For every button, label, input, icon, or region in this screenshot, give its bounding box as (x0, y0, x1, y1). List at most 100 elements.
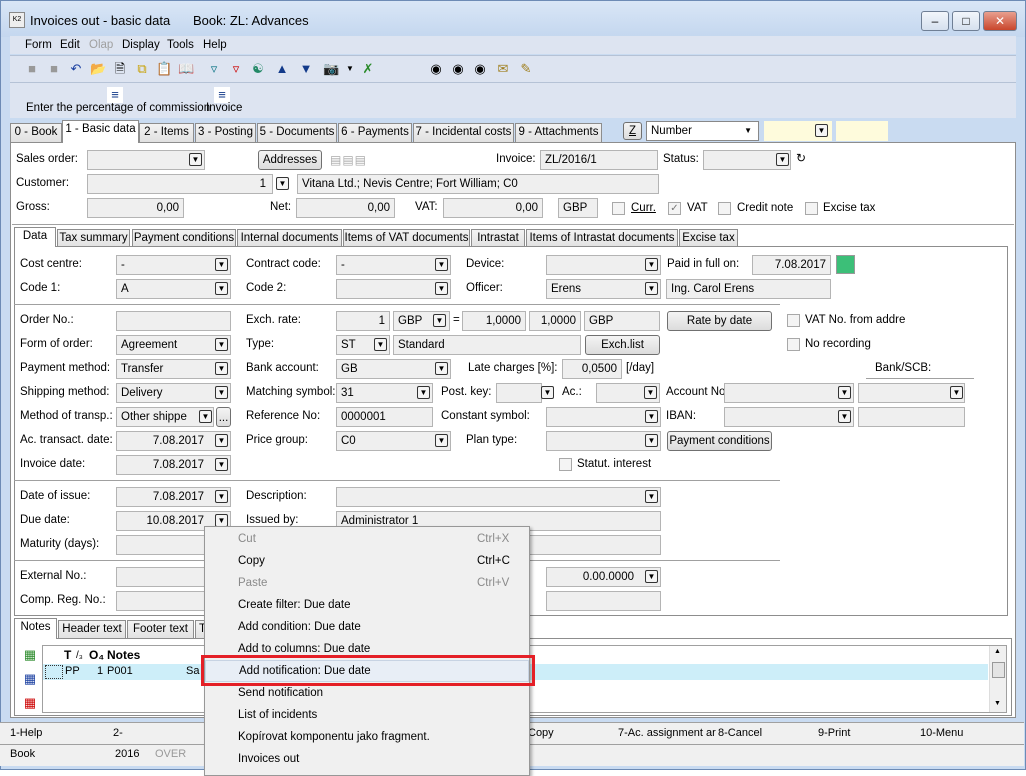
subtab-internal-documents[interactable]: Internal documents (237, 229, 342, 247)
plan-type-dropdown[interactable]: ▼ (645, 434, 658, 447)
date-of-issue-field[interactable]: 7.08.2017 (116, 487, 231, 507)
exch-list-button[interactable]: Exch.list (585, 335, 660, 355)
subtab-intrastat[interactable]: Intrastat (471, 229, 525, 247)
edit-note-icon[interactable]: ✎ (518, 61, 534, 77)
f2-key[interactable]: 2- (113, 723, 123, 743)
menu-help[interactable]: Help (203, 36, 227, 55)
search-value-input-2[interactable] (836, 121, 888, 141)
menu-item-copy-fragment[interactable]: Kopírovat komponentu jako fragment. (205, 726, 529, 748)
account-no-dropdown[interactable]: ▼ (838, 386, 851, 399)
menu-item-add-condition[interactable]: Add condition: Due date (205, 616, 529, 638)
type-dropdown[interactable]: ▼ (374, 338, 387, 351)
search-dropdown-button[interactable]: ▼ (815, 124, 828, 137)
sales-order-select[interactable] (87, 150, 205, 170)
post-key-select[interactable] (496, 383, 542, 403)
add-note-icon[interactable]: ▦ (22, 647, 38, 663)
price-group-dropdown[interactable]: ▼ (435, 434, 448, 447)
menu-item-create-filter[interactable]: Create filter: Due date (205, 594, 529, 616)
exch-amount-field[interactable]: 1 (336, 311, 390, 331)
invoice-date-field[interactable]: 7.08.2017 (116, 455, 231, 475)
address-icons[interactable]: ▤▤▤ (330, 153, 367, 167)
tab-payments[interactable]: 6 - Payments (338, 123, 412, 142)
arrow-down-icon[interactable]: ▼ (298, 61, 314, 77)
credit-note-checkbox[interactable] (718, 202, 731, 215)
sort-z-button[interactable]: Z (623, 122, 642, 140)
find-next-icon[interactable]: ◉ (450, 61, 466, 77)
iban-select[interactable] (724, 407, 854, 427)
code2-dropdown[interactable]: ▼ (435, 282, 448, 295)
payment-method-dropdown[interactable]: ▼ (215, 362, 228, 375)
new-document-icon[interactable]: 🗎 (112, 61, 128, 77)
tab-footer-text[interactable]: Footer text (127, 620, 194, 639)
tab-notes[interactable]: Notes (14, 618, 57, 639)
bank-scb-select[interactable] (858, 383, 965, 403)
f6-copy[interactable]: Copy (528, 723, 554, 743)
contract-code-select[interactable]: - (336, 255, 451, 275)
officer-select[interactable]: Erens (546, 279, 661, 299)
bank-scb-dropdown[interactable]: ▼ (950, 386, 963, 399)
vat-no-from-address-checkbox[interactable] (787, 314, 800, 327)
menu-item-invoices-out[interactable]: Invoices out (205, 748, 529, 770)
minimize-button[interactable]: – (921, 11, 949, 31)
delete-note-icon[interactable]: ▦ (22, 695, 38, 711)
statut-interest-checkbox[interactable] (559, 458, 572, 471)
addresses-button[interactable]: Addresses (258, 150, 322, 170)
vat-checkbox[interactable]: ✓ (668, 202, 681, 215)
vertical-scrollbar[interactable]: ▲ ▼ (989, 646, 1006, 712)
tab-basic-data[interactable]: 1 - Basic data (62, 120, 139, 143)
iban-dropdown[interactable]: ▼ (838, 410, 851, 423)
shipping-method-dropdown[interactable]: ▼ (215, 386, 228, 399)
save-icon[interactable]: ■ (24, 61, 40, 77)
money-icon[interactable]: ☯ (250, 61, 266, 77)
copy-documents-icon[interactable]: ⧉ (134, 61, 150, 77)
late-charges-field[interactable]: 0,0500 (562, 359, 622, 379)
tab-attachments[interactable]: 9 - Attachments (515, 123, 602, 142)
cost-centre-select[interactable]: - (116, 255, 231, 275)
edit-note-icon[interactable]: ▦ (22, 671, 38, 687)
tab-incidental-costs[interactable]: 7 - Incidental costs (413, 123, 514, 142)
curr-checkbox[interactable] (612, 202, 625, 215)
code1-dropdown[interactable]: ▼ (215, 282, 228, 295)
ac-transact-date-field[interactable]: 7.08.2017 (116, 431, 231, 451)
constant-symbol-dropdown[interactable]: ▼ (645, 410, 658, 423)
f10-menu[interactable]: 10-Menu (920, 723, 963, 743)
subtab-payment-conditions[interactable]: Payment conditions (132, 229, 236, 247)
tab-items[interactable]: 2 - Items (139, 123, 194, 142)
transport-browse-button[interactable]: ... (216, 407, 231, 427)
shipping-method-select[interactable]: Delivery (116, 383, 231, 403)
scroll-down-icon[interactable]: ▼ (994, 700, 1001, 707)
sales-order-dropdown[interactable]: ▼ (189, 153, 202, 166)
paste-icon[interactable]: 📋 (156, 61, 172, 77)
undo-icon[interactable]: ↶ (68, 61, 84, 77)
row-selector[interactable] (45, 665, 63, 679)
menu-edit[interactable]: Edit (60, 36, 80, 55)
date-of-issue-dropdown[interactable]: ▼ (215, 490, 228, 503)
tab-documents[interactable]: 5 - Documents (257, 123, 337, 142)
matching-symbol-dropdown[interactable]: ▼ (417, 386, 430, 399)
exch-currency-dropdown[interactable]: ▼ (433, 314, 446, 327)
excel-export-icon[interactable]: ✗ (360, 61, 376, 77)
open-folder-icon[interactable]: 📂 (90, 61, 106, 77)
filter-icon[interactable]: ▿ (206, 61, 222, 77)
subtab-items-vat-documents[interactable]: Items of VAT documents (343, 229, 470, 247)
code2-select[interactable] (336, 279, 451, 299)
sort-field-select[interactable]: Number ▼ (646, 121, 759, 141)
reference-no-field[interactable]: 0000001 (336, 407, 433, 427)
subtab-data[interactable]: Data (14, 227, 56, 247)
status-dropdown[interactable]: ▼ (776, 153, 789, 166)
ac-transact-date-dropdown[interactable]: ▼ (215, 434, 228, 447)
price-group-select[interactable]: C0 (336, 431, 451, 451)
cost-centre-dropdown[interactable]: ▼ (215, 258, 228, 271)
history-icon[interactable]: ↻ (796, 151, 806, 165)
menu-item-list-incidents[interactable]: List of incidents (205, 704, 529, 726)
rate-by-date-button[interactable]: Rate by date (667, 311, 772, 331)
menu-tools[interactable]: Tools (167, 36, 194, 55)
external-date-field[interactable]: 0.00.0000 (546, 567, 661, 587)
binoculars-icon[interactable]: ◉ (428, 61, 444, 77)
subtab-tax-summary[interactable]: Tax summary (57, 229, 130, 247)
form-of-order-select[interactable]: Agreement (116, 335, 231, 355)
no-recording-checkbox[interactable] (787, 338, 800, 351)
invoice-date-dropdown[interactable]: ▼ (215, 458, 228, 471)
description-select[interactable] (336, 487, 661, 507)
commission-button[interactable]: Enter the percentage of commission (26, 99, 210, 118)
